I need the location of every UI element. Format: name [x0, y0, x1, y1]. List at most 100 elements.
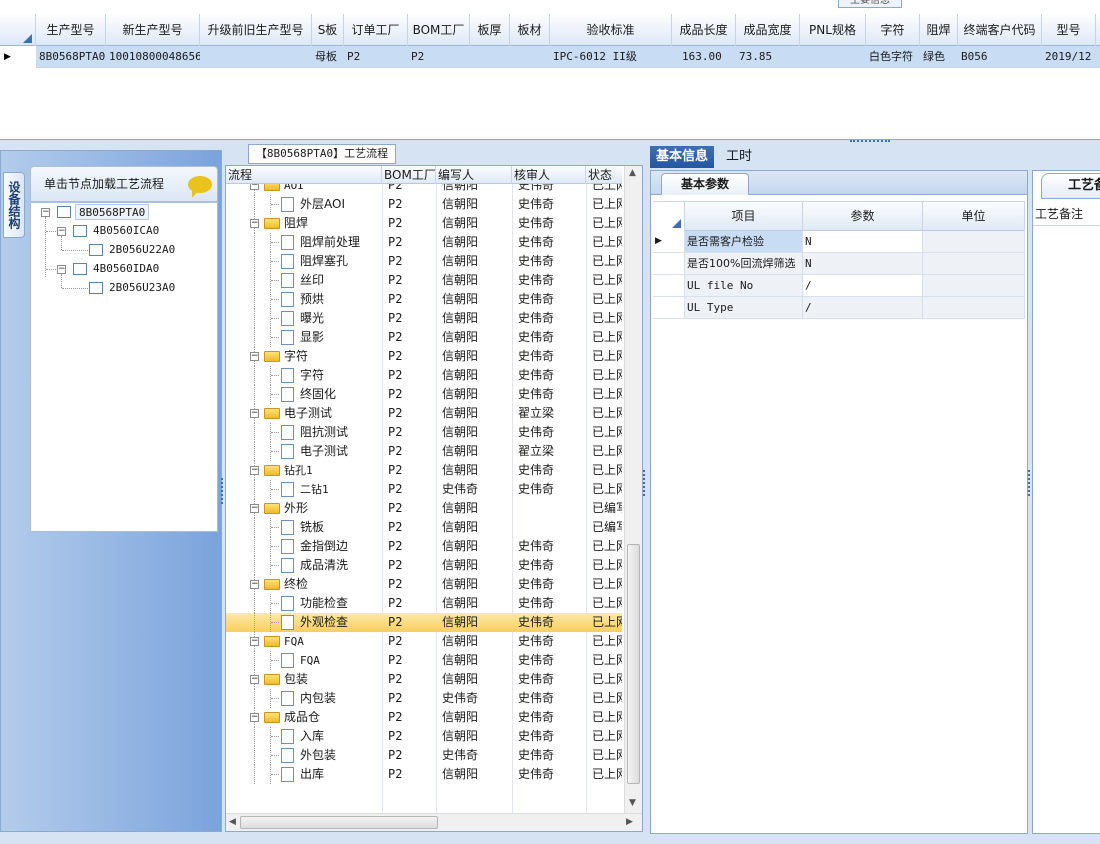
- cell-old-model[interactable]: [200, 46, 312, 68]
- process-row[interactable]: 出库 P2 信朝阳 史伟奇 已上网: [226, 765, 622, 784]
- param-value-cell[interactable]: N: [803, 253, 923, 274]
- cell-order-factory[interactable]: P2: [344, 46, 408, 68]
- process-row[interactable]: − 成品仓 P2 信朝阳 史伟奇 已上网: [226, 708, 622, 727]
- process-row[interactable]: 二钻1 P2 史伟奇 史伟奇 已上网: [226, 480, 622, 499]
- process-row[interactable]: 显影 P2 信朝阳 史伟奇 已上网: [226, 328, 622, 347]
- param-grid-corner[interactable]: [653, 202, 685, 231]
- collapse-toggle[interactable]: −: [250, 675, 259, 684]
- collapse-toggle[interactable]: −: [250, 352, 259, 361]
- process-row[interactable]: − 终检 P2 信朝阳 史伟奇 已上网: [226, 575, 622, 594]
- scroll-up-icon[interactable]: ▲: [629, 168, 636, 178]
- col-header[interactable]: 板材: [510, 14, 550, 46]
- collapse-toggle[interactable]: −: [250, 580, 259, 589]
- process-row[interactable]: 成品清洗 P2 信朝阳 史伟奇 已上网: [226, 556, 622, 575]
- col-header-unit[interactable]: 单位: [923, 202, 1025, 231]
- collapse-toggle[interactable]: −: [250, 637, 259, 646]
- tab-basic-info[interactable]: 基本信息: [650, 146, 715, 168]
- col-header[interactable]: 升级前旧生产型号: [200, 14, 312, 46]
- process-row[interactable]: − 字符 P2 信朝阳 史伟奇 已上网: [226, 347, 622, 366]
- collapse-toggle[interactable]: −: [250, 184, 259, 190]
- col-header-status[interactable]: 状态: [586, 166, 622, 184]
- tree-node[interactable]: 2B056U22A0: [109, 242, 175, 258]
- vertical-scroll-thumb[interactable]: [627, 544, 640, 784]
- param-unit-cell[interactable]: [923, 253, 1025, 274]
- process-row[interactable]: − 包装 P2 信朝阳 史伟奇 已上网: [226, 670, 622, 689]
- horizontal-scroll-thumb[interactable]: [240, 816, 438, 829]
- col-header[interactable]: 成品宽度: [736, 14, 800, 46]
- collapse-toggle[interactable]: −: [41, 208, 50, 217]
- col-header[interactable]: 板厚: [470, 14, 510, 46]
- cell-material[interactable]: [510, 46, 550, 68]
- process-row[interactable]: 外层AOI P2 信朝阳 史伟奇 已上网: [226, 195, 622, 214]
- process-row-selected[interactable]: 外观检查 P2 信朝阳 史伟奇 已上网: [226, 613, 622, 632]
- col-header[interactable]: 字符: [866, 14, 920, 46]
- param-unit-cell[interactable]: [923, 297, 1025, 318]
- param-value-cell[interactable]: /: [803, 297, 923, 318]
- collapse-toggle[interactable]: −: [250, 466, 259, 475]
- col-header-reviewer[interactable]: 核审人: [512, 166, 586, 184]
- tab-work-hours[interactable]: 工时: [720, 146, 758, 168]
- col-header[interactable]: S板: [312, 14, 344, 46]
- collapse-toggle[interactable]: −: [250, 409, 259, 418]
- param-unit-cell[interactable]: [923, 275, 1025, 296]
- process-row[interactable]: − AOI P2 信朝阳 史伟奇 已上网: [226, 184, 622, 195]
- cell-width[interactable]: 73.85: [736, 46, 800, 68]
- cell-new-model[interactable]: 10010800048656: [106, 46, 200, 68]
- collapse-toggle[interactable]: −: [57, 227, 66, 236]
- param-value-cell[interactable]: /: [803, 275, 923, 296]
- param-row[interactable]: ▶ 是否需客户检验 N: [653, 231, 1025, 253]
- tree-node[interactable]: 4B0560IDA0: [93, 261, 159, 277]
- col-header[interactable]: 阻焊: [920, 14, 958, 46]
- collapse-toggle[interactable]: −: [250, 713, 259, 722]
- param-row[interactable]: UL Type /: [653, 297, 1025, 319]
- cell-bom-factory[interactable]: P2: [408, 46, 470, 68]
- middle-splitter-grip[interactable]: [643, 470, 647, 496]
- collapse-toggle[interactable]: −: [57, 265, 66, 274]
- process-row[interactable]: 内包装 P2 史伟奇 史伟奇 已上网: [226, 689, 622, 708]
- cell-model[interactable]: 8B0568PTA0: [36, 46, 106, 68]
- col-header-flow[interactable]: 流程: [226, 166, 382, 184]
- cell-pnl[interactable]: [800, 46, 866, 68]
- col-header[interactable]: BOM工厂: [408, 14, 470, 46]
- process-row[interactable]: 金指倒边 P2 信朝阳 史伟奇 已上网: [226, 537, 622, 556]
- process-row[interactable]: − 外形 P2 信朝阳 已编写: [226, 499, 622, 518]
- cell-solder-mask[interactable]: 绿色: [920, 46, 958, 68]
- process-row[interactable]: 终固化 P2 信朝阳 史伟奇 已上网: [226, 385, 622, 404]
- col-header[interactable]: 成品长度: [672, 14, 736, 46]
- scroll-right-icon[interactable]: ▶: [626, 817, 633, 827]
- process-row[interactable]: 丝印 P2 信朝阳 史伟奇 已上网: [226, 271, 622, 290]
- tree-node[interactable]: 4B0560ICA0: [93, 223, 159, 239]
- cell-acceptance[interactable]: IPC-6012 II级: [550, 46, 672, 68]
- process-row[interactable]: − FQA P2 信朝阳 史伟奇 已上网: [226, 632, 622, 651]
- scroll-left-icon[interactable]: ◀: [229, 817, 236, 827]
- process-row[interactable]: − 钻孔1 P2 信朝阳 史伟奇 已上网: [226, 461, 622, 480]
- cell-s-board[interactable]: 母板: [312, 46, 344, 68]
- process-row[interactable]: 字符 P2 信朝阳 史伟奇 已上网: [226, 366, 622, 385]
- tab-process-notes[interactable]: 工艺备注: [1041, 173, 1100, 199]
- col-header-value[interactable]: 参数: [803, 202, 923, 231]
- col-header[interactable]: 新生产型号: [106, 14, 200, 46]
- cell-type[interactable]: 2019/12: [1042, 46, 1096, 68]
- process-row[interactable]: 阻焊前处理 P2 信朝阳 史伟奇 已上网: [226, 233, 622, 252]
- scroll-down-icon[interactable]: ▼: [629, 798, 636, 808]
- main-info-data-row[interactable]: ▶ 8B0568PTA0 10010800048656 母板 P2 P2 IPC…: [0, 46, 1100, 68]
- process-row[interactable]: 外包装 P2 史伟奇 史伟奇 已上网: [226, 746, 622, 765]
- col-header[interactable]: 生产型号: [36, 14, 106, 46]
- process-row[interactable]: 铣板 P2 信朝阳 已编写: [226, 518, 622, 537]
- process-row[interactable]: 电子测试 P2 信朝阳 翟立梁 已上网: [226, 442, 622, 461]
- tree-node-root[interactable]: 8B0568PTA0: [75, 204, 150, 220]
- process-row[interactable]: − 电子测试 P2 信朝阳 翟立梁 已上网: [226, 404, 622, 423]
- param-value-cell[interactable]: N: [803, 231, 923, 252]
- process-row[interactable]: 预烘 P2 信朝阳 史伟奇 已上网: [226, 290, 622, 309]
- cell-character[interactable]: 白色字符: [866, 46, 920, 68]
- process-row[interactable]: 阻抗测试 P2 信朝阳 史伟奇 已上网: [226, 423, 622, 442]
- col-header[interactable]: 订单工厂: [344, 14, 408, 46]
- cell-length[interactable]: 163.00: [672, 46, 736, 68]
- col-header-bom[interactable]: BOM工厂: [382, 166, 436, 184]
- cell-customer-code[interactable]: B056: [958, 46, 1042, 68]
- tree-node[interactable]: 2B056U23A0: [109, 280, 175, 296]
- cell-thickness[interactable]: [470, 46, 510, 68]
- process-row[interactable]: − 阻焊 P2 信朝阳 史伟奇 已上网: [226, 214, 622, 233]
- col-header[interactable]: PNL规格: [800, 14, 866, 46]
- col-header[interactable]: 型号: [1042, 14, 1096, 46]
